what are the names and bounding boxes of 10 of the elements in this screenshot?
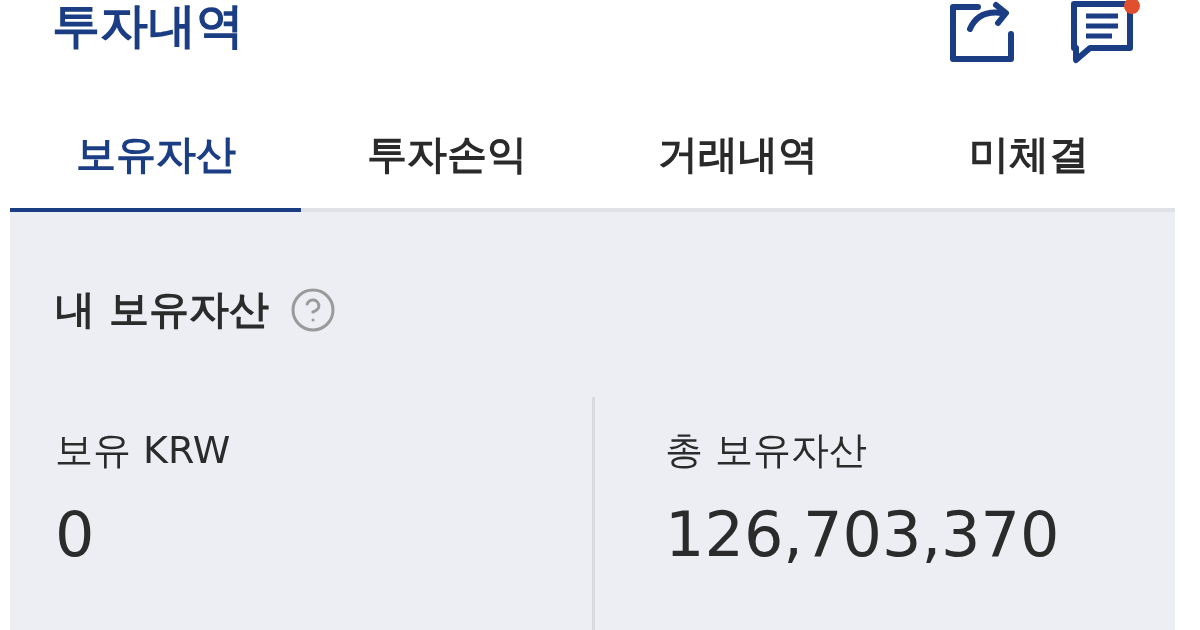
tab[interactable]: 투자손익	[301, 130, 593, 212]
message-icon[interactable]	[1070, 0, 1142, 64]
section-title: 내 보유자산	[55, 285, 269, 334]
tab[interactable]: 미체결	[883, 130, 1175, 212]
asset-value: 126,703,370	[665, 504, 1061, 566]
asset-label: 총 보유자산	[665, 427, 869, 474]
asset-value: 0	[55, 504, 96, 566]
page-title: 투자내역	[52, 1, 244, 49]
tab[interactable]: 거래내역	[592, 130, 884, 212]
asset-label: 보유 KRW	[55, 427, 232, 474]
